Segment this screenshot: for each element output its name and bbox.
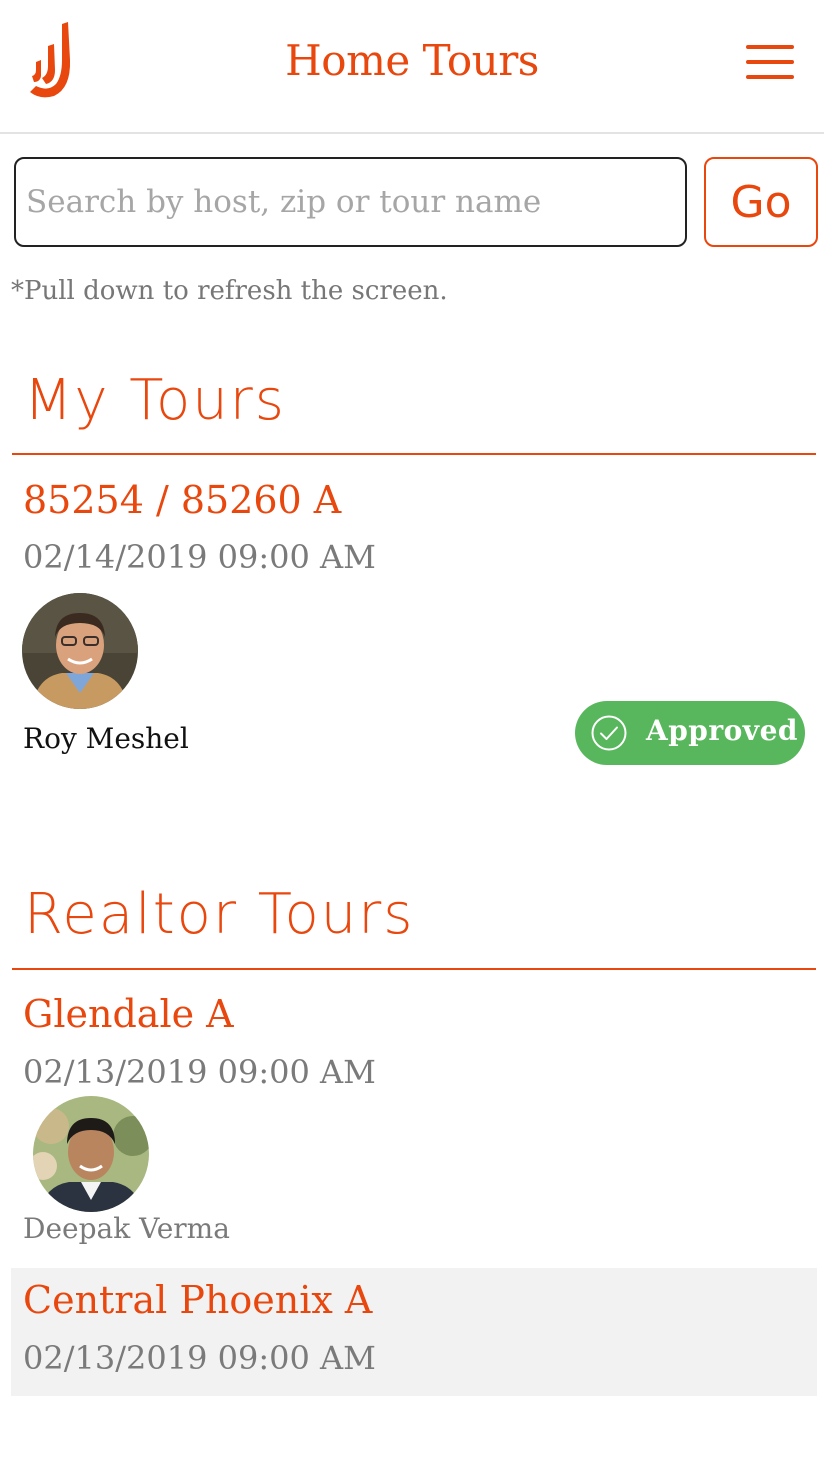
search-input[interactable] <box>14 157 687 247</box>
hamburger-menu-icon[interactable] <box>740 42 798 86</box>
host-name: Deepak Verma <box>23 1212 230 1245</box>
refresh-hint: *Pull down to refresh the screen. <box>11 276 448 306</box>
tour-name[interactable]: Glendale A <box>23 992 234 1036</box>
tour-name[interactable]: Central Phoenix A <box>23 1278 372 1322</box>
app-header: Home Tours <box>0 0 824 134</box>
avatar <box>33 1096 149 1212</box>
section-divider <box>12 453 816 455</box>
status-badge: Approved <box>575 701 805 765</box>
tour-name[interactable]: 85254 / 85260 A <box>23 478 341 522</box>
realtor-tours-heading: Realtor Tours <box>24 882 415 947</box>
status-label: Approved <box>646 714 798 747</box>
tour-date: 02/13/2019 09:00 AM <box>23 1053 376 1091</box>
avatar <box>22 593 138 709</box>
menu-line <box>746 75 794 79</box>
host-name: Roy Meshel <box>23 722 189 755</box>
go-button[interactable]: Go <box>704 157 818 247</box>
check-circle-icon <box>591 715 627 751</box>
tour-date: 02/14/2019 09:00 AM <box>23 538 376 576</box>
tour-date: 02/13/2019 09:00 AM <box>23 1339 376 1377</box>
page-title: Home Tours <box>285 36 539 85</box>
section-divider <box>12 968 816 970</box>
my-tours-heading: My Tours <box>24 368 286 433</box>
menu-line <box>746 45 794 49</box>
menu-line <box>746 60 794 64</box>
